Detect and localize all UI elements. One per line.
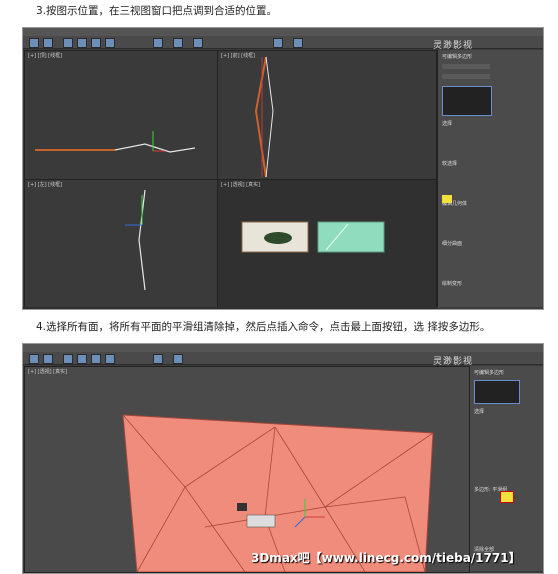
viewport-label: [+] [透视] [真实] <box>221 182 261 188</box>
viewport-label: [+] [透视] [真实] <box>28 369 68 375</box>
step-4-text: 4.选择所有面，将所有平面的平滑组清除掉，然后点插入命令，点击最上面按钮，选 择… <box>36 321 491 333</box>
viewport-perspective[interactable]: [+] [透视] [真实] <box>24 366 470 573</box>
move-icon[interactable] <box>77 354 87 364</box>
redo-icon[interactable] <box>43 38 53 48</box>
align-icon[interactable] <box>193 38 203 48</box>
mirror-icon[interactable] <box>173 38 183 48</box>
viewport-top[interactable]: [+] [顶] [线框] <box>24 50 218 180</box>
command-panel[interactable]: 可编辑多边形 选择 多边形: 平滑组 清除全部 <box>469 366 543 571</box>
panel-section-selection[interactable]: 选择 <box>442 120 452 127</box>
move-icon[interactable] <box>77 38 87 48</box>
viewport-perspective[interactable]: [+] [透视] [真实] <box>217 179 437 309</box>
perspective-view-drawing <box>241 221 385 253</box>
undo-icon[interactable] <box>29 38 39 48</box>
undo-icon[interactable] <box>29 354 39 364</box>
material-editor-icon[interactable] <box>273 38 283 48</box>
snap-icon[interactable] <box>153 354 163 364</box>
panel-row[interactable] <box>442 64 490 69</box>
viewport-label: [+] [左] [线框] <box>28 182 63 188</box>
rotate-icon[interactable] <box>91 354 101 364</box>
color-swatch[interactable] <box>442 195 452 203</box>
left-view-drawing <box>125 189 146 291</box>
modifier-stack[interactable] <box>442 86 492 116</box>
scale-icon[interactable] <box>105 38 115 48</box>
main-toolbar: 灵渺影视 <box>23 352 543 367</box>
scale-icon[interactable] <box>105 354 115 364</box>
viewport-label: [+] [顶] [线框] <box>28 53 63 59</box>
snap-icon[interactable] <box>153 38 163 48</box>
menu-bar <box>23 344 543 352</box>
rotate-icon[interactable] <box>91 38 101 48</box>
panel-section-selection[interactable]: 选择 <box>474 408 484 415</box>
viewport-front[interactable]: [+] [前] [线框] <box>217 50 437 180</box>
screenshot-1: 灵渺影视 [+] [顶] [线框] [+] [前] [线框] [+] [左] [… <box>22 27 544 310</box>
command-panel[interactable]: 可编辑多边形 选择 软选择 编辑几何体 细分曲面 绘制变形 <box>437 50 543 307</box>
pink-wall-mesh <box>122 414 434 572</box>
front-view-drawing <box>254 56 274 178</box>
main-toolbar: 灵渺影视 <box>23 36 543 51</box>
panel-title: 可编辑多边形 <box>442 54 473 60</box>
panel-section-subdivision[interactable]: 细分曲面 <box>442 240 462 247</box>
panel-row[interactable] <box>442 74 490 79</box>
panel-section-paint-deform[interactable]: 绘制变形 <box>442 280 462 287</box>
timeline[interactable] <box>23 307 437 309</box>
panel-title: 可编辑多边形 <box>474 370 505 376</box>
menu-bar <box>23 28 543 36</box>
render-icon[interactable] <box>293 38 303 48</box>
site-caption: 3Dmax吧【www.linecg.com/tieba/1771】 <box>251 551 521 565</box>
select-icon[interactable] <box>63 38 73 48</box>
color-swatch[interactable] <box>500 491 514 503</box>
viewport-label: [+] [前] [线框] <box>221 53 256 59</box>
screenshot-2: 灵渺影视 [+] [透视] [真实] 可编辑多边形 选择 多边形: 平滑组 清除… <box>22 343 544 574</box>
select-icon[interactable] <box>63 354 73 364</box>
mirror-icon[interactable] <box>173 354 183 364</box>
panel-section-soft-selection[interactable]: 软选择 <box>442 160 457 167</box>
modifier-stack[interactable] <box>474 380 520 404</box>
step-3-text: 3.按图示位置，在三视图窗口把点调到合适的位置。 <box>36 5 278 17</box>
viewport-left[interactable]: [+] [左] [线框] <box>24 179 218 309</box>
top-view-drawing <box>35 131 196 153</box>
redo-icon[interactable] <box>43 354 53 364</box>
